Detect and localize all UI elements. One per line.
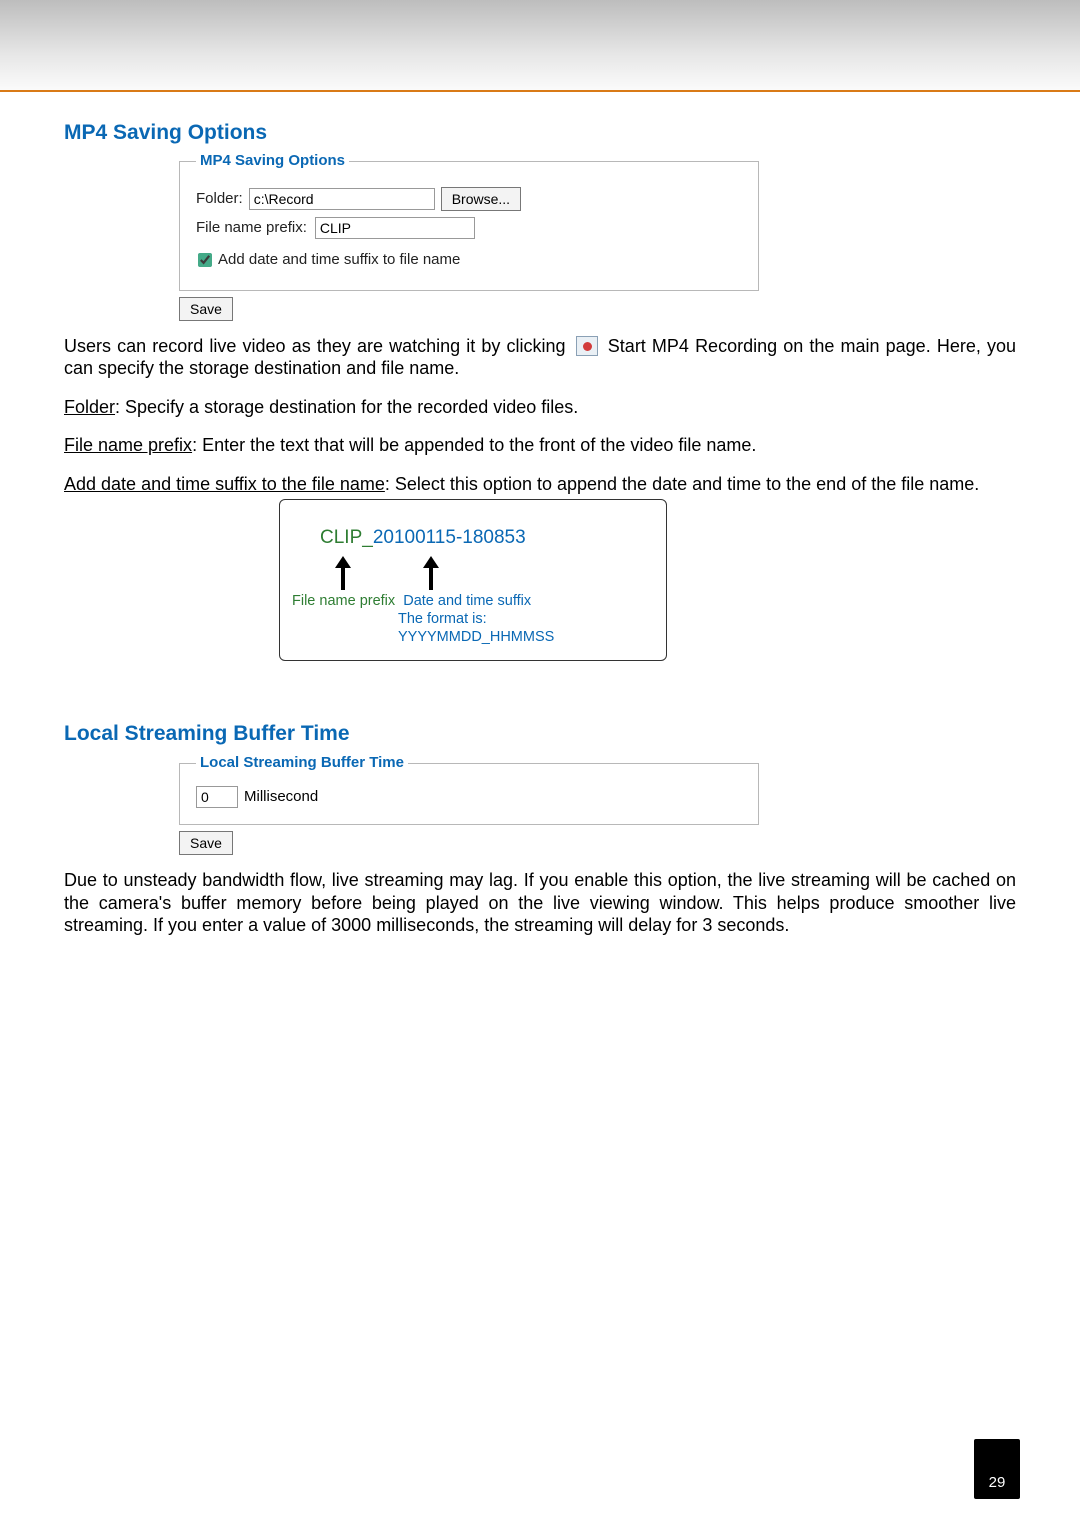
folder-description: Folder: Specify a storage destination fo… xyxy=(64,396,1016,419)
folder-label: Folder: xyxy=(196,190,243,209)
buffer-panel: Local Streaming Buffer Time Millisecond xyxy=(179,754,759,826)
page-body: MP4 Saving Options MP4 Saving Options Fo… xyxy=(0,92,1080,937)
prefix-label: File name prefix: xyxy=(196,219,307,238)
arrow-up-icon xyxy=(334,556,348,586)
buffer-paragraph: Due to unsteady bandwidth flow, live str… xyxy=(64,869,1016,937)
page-number-text: 29 xyxy=(989,1474,1006,1491)
prefix-description: File name prefix: Enter the text that wi… xyxy=(64,434,1016,457)
page-number: 29 xyxy=(974,1439,1020,1499)
example-filename: CLIP_20100115-180853 xyxy=(320,526,642,550)
buffer-panel-legend: Local Streaming Buffer Time xyxy=(196,754,408,773)
suffix-checkbox[interactable] xyxy=(198,253,212,267)
prefix-input[interactable] xyxy=(315,217,475,239)
arrow-up-icon xyxy=(422,556,436,586)
example-caption-suffix: Date and time suffix xyxy=(403,593,531,609)
browse-button[interactable]: Browse... xyxy=(441,187,521,211)
prefix-desc-text: : Enter the text that will be appended t… xyxy=(192,435,756,455)
mp4-panel-legend: MP4 Saving Options xyxy=(196,152,349,171)
example-caption-prefix: File name prefix xyxy=(292,593,395,609)
mp4-options-panel: MP4 Saving Options Folder: Browse... Fil… xyxy=(179,152,759,291)
prefix-desc-label: File name prefix xyxy=(64,435,192,455)
mp4-intro-text-a: Users can record live video as they are … xyxy=(64,336,566,356)
section-heading-mp4: MP4 Saving Options xyxy=(64,120,1016,146)
buffer-unit-label: Millisecond xyxy=(244,788,318,807)
folder-desc-label: Folder xyxy=(64,397,115,417)
example-clip-part: CLIP_ xyxy=(320,527,373,548)
example-suffix-part: 20100115-180853 xyxy=(373,527,526,548)
save-button-buffer[interactable]: Save xyxy=(179,831,233,855)
example-caption-format: The format is: YYYYMMDD_HHMMSS xyxy=(398,610,642,646)
suffix-desc-label: Add date and time suffix to the file nam… xyxy=(64,474,385,494)
folder-input[interactable] xyxy=(249,188,435,210)
page-header-gradient xyxy=(0,0,1080,90)
buffer-input[interactable] xyxy=(196,786,238,808)
filename-example-box: CLIP_20100115-180853 File name prefix Da… xyxy=(279,499,667,661)
folder-desc-text: : Specify a storage destination for the … xyxy=(115,397,578,417)
section-heading-buffer: Local Streaming Buffer Time xyxy=(64,721,1016,747)
mp4-intro-paragraph: Users can record live video as they are … xyxy=(64,335,1016,380)
record-icon xyxy=(576,336,598,356)
save-button-mp4[interactable]: Save xyxy=(179,297,233,321)
suffix-desc-text: : Select this option to append the date … xyxy=(385,474,979,494)
example-caption: File name prefix Date and time suffix Th… xyxy=(292,592,642,646)
suffix-description: Add date and time suffix to the file nam… xyxy=(64,473,1016,496)
suffix-checkbox-label: Add date and time suffix to file name xyxy=(218,251,460,270)
